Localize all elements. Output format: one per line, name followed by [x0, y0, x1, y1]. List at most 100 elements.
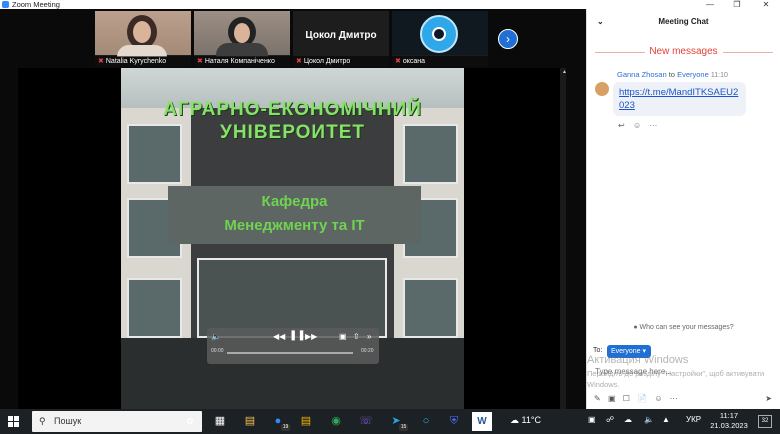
more-options-icon[interactable]: ···	[670, 394, 678, 403]
shared-video[interactable]: АГРАРНО-ЕКОНОМІЧНИЙ УНІВЕРОИТЕТ Кафедра …	[121, 68, 464, 409]
participant-video	[95, 11, 191, 57]
participant-tile[interactable]: ✖ Наталя Компаніченко	[194, 11, 290, 67]
participant-name-label: ✖ оксана	[392, 56, 488, 67]
message-to-text: to	[668, 70, 675, 79]
seek-bar[interactable]	[227, 352, 353, 354]
chat-input-toolbar: ✎ ▣ ☐ 📄 ☺ ···	[594, 394, 683, 403]
screenshot-icon[interactable]: ▣	[608, 394, 616, 403]
code-icon[interactable]: ☐	[623, 394, 630, 403]
emoji-reaction-icon[interactable]: ☺	[633, 121, 641, 130]
window-title: Zoom Meeting	[12, 0, 60, 9]
volume-icon[interactable]: 🔈	[211, 332, 221, 341]
system-tray-icon[interactable]: ▣	[588, 415, 596, 424]
chat-title: Meeting Chat	[658, 17, 709, 26]
forward-button[interactable]: ▶▶	[305, 332, 317, 341]
participant-name-display: Цокол Дмитро	[305, 30, 377, 41]
clock[interactable]: 11:17 21.03.2023	[710, 411, 748, 431]
next-page-button[interactable]: ›	[498, 29, 518, 49]
wifi-icon[interactable]: ▲	[662, 415, 670, 424]
maximize-button[interactable]: ❐	[727, 0, 747, 9]
message-sender[interactable]: Ganna Zhosan	[617, 70, 667, 79]
sign-line: Менеджменту та IT	[224, 217, 365, 234]
mic-muted-icon: ✖	[98, 58, 104, 65]
taskbar-search[interactable]: ⚲ Пошук	[32, 411, 202, 432]
file-explorer-icon[interactable]: ▤	[240, 412, 260, 431]
language-indicator[interactable]: УКР	[686, 415, 701, 424]
clock-time: 11:17	[719, 411, 739, 420]
participant-name-label: ✖ Natalia Kyrychenko	[95, 56, 191, 67]
word-icon[interactable]: W	[472, 412, 492, 431]
share-icon[interactable]: ⇧	[353, 332, 360, 341]
who-can-see-text: Who can see your messages?	[639, 324, 734, 331]
search-label: Пошук	[54, 416, 82, 426]
avatar	[595, 82, 609, 96]
pause-button[interactable]: ❚❚	[289, 330, 306, 341]
shared-screen: АГРАРНО-ЕКОНОМІЧНИЙ УНІВЕРОИТЕТ Кафедра …	[18, 68, 566, 409]
pip-icon[interactable]: ▣	[339, 332, 347, 341]
file-icon[interactable]: 📄	[637, 394, 647, 403]
participant-name: Цокол Дмитро	[303, 58, 351, 65]
to-label: To:	[593, 347, 603, 354]
video-player-controls: 🔈 ◀◀ ❚❚ ▶▶ ▣ ⇧ » 00:00 00:20	[207, 328, 379, 364]
department-sign-text: Кафедра Менеджменту та IT	[168, 190, 421, 238]
participant-name: оксана	[402, 58, 426, 65]
more-icon[interactable]: »	[367, 332, 371, 341]
webcam-logo-icon	[420, 15, 458, 53]
vertical-scrollbar[interactable]	[560, 68, 566, 409]
video-heading: АГРАРНО-ЕКОНОМІЧНИЙ УНІВЕРОИТЕТ	[163, 99, 422, 143]
participant-name-label: ✖ Цокол Дмитро	[293, 56, 389, 67]
message-link[interactable]: https://t.me/MandITKSAEU2023	[619, 87, 738, 111]
time-total: 00:20	[361, 348, 374, 354]
onedrive-icon[interactable]: ☁	[624, 415, 632, 424]
participant-name: Natalia Kyrychenko	[105, 58, 167, 65]
mic-muted-icon: ✖	[395, 58, 401, 65]
message-time: 11:10	[710, 72, 728, 79]
minimize-button[interactable]: —	[700, 0, 720, 9]
participant-tile[interactable]: ✖ Natalia Kyrychenko	[95, 11, 191, 67]
message-actions: ↩ ☺ ···	[618, 121, 663, 130]
send-icon[interactable]: ➤	[765, 394, 772, 403]
search-icon: ⚲	[39, 416, 46, 426]
viber-icon[interactable]: ☏	[356, 412, 376, 431]
participant-video	[392, 11, 488, 55]
zoom-logo-icon	[2, 1, 9, 8]
notification-center-icon[interactable]: 32	[758, 415, 772, 428]
edge-icon[interactable]: ○	[416, 412, 436, 431]
network-icon[interactable]: ☍	[606, 415, 614, 424]
who-can-see-link[interactable]: ● Who can see your messages?	[587, 324, 780, 331]
participant-tile[interactable]: ✖ оксана	[392, 11, 488, 67]
more-options-icon[interactable]: ···	[649, 121, 657, 130]
reply-icon[interactable]: ↩	[618, 121, 625, 130]
volume-icon[interactable]: 🔈	[644, 415, 654, 424]
scroll-up-icon[interactable]: ▲	[562, 69, 567, 75]
time-elapsed: 00:00	[211, 348, 224, 354]
files-icon[interactable]: ▤	[296, 412, 316, 431]
taskbar: ⚲ Пошук ✿ ▦ ▤ ● 19 ▤ ◉ ☏ ➤ 15 ○ ⛨ W ☁ 11°C…	[0, 409, 780, 434]
people-icon: ●	[633, 324, 638, 331]
task-view-icon[interactable]: ▦	[210, 412, 230, 431]
participant-name: Наталя Компаніченко	[204, 58, 275, 65]
weather-icon: ☁	[510, 415, 519, 425]
new-messages-divider: New messages	[649, 46, 718, 57]
emoji-icon[interactable]: ☺	[654, 394, 662, 403]
format-icon[interactable]: ✎	[594, 394, 601, 403]
security-shield-icon[interactable]: ⛨	[444, 412, 464, 431]
zoom-app-icon[interactable]: ● 19	[268, 412, 290, 431]
mic-muted-icon: ✖	[296, 58, 302, 65]
participant-tile[interactable]: Цокол Дмитро ✖ Цокол Дмитро	[293, 11, 389, 67]
close-button[interactable]: ✕	[756, 0, 776, 9]
activation-watermark-text: Перейдіть до розділу "Настройки", щоб ак…	[587, 369, 765, 389]
participant-video	[194, 11, 290, 57]
weather-temp: 11°C	[521, 415, 541, 425]
clock-date: 21.03.2023	[710, 421, 748, 430]
windows-start-icon[interactable]	[8, 416, 19, 427]
weather-widget[interactable]: ☁ 11°C	[510, 415, 541, 426]
flowers-widget-icon[interactable]: ✿	[180, 412, 200, 431]
rewind-button[interactable]: ◀◀	[273, 332, 285, 341]
chrome-icon[interactable]: ◉	[326, 412, 346, 431]
telegram-icon[interactable]: ➤ 15	[386, 412, 408, 431]
message-meta: Ganna Zhosan to Everyone 11:10	[617, 70, 728, 79]
meeting-area: ✖ Natalia Kyrychenko ✖ Наталя Компаніченко…	[0, 9, 586, 409]
message-bubble: https://t.me/MandITKSAEU2023	[613, 82, 746, 116]
message-recipient: Everyone	[677, 70, 709, 79]
